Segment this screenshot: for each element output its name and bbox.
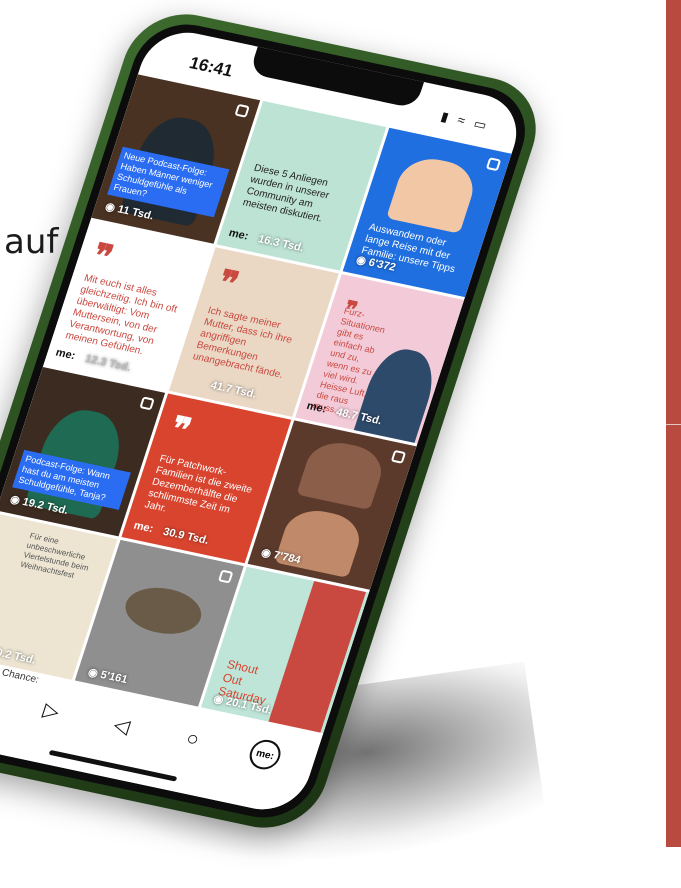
- view-count: 12.3 Tsd.: [83, 352, 133, 374]
- search-icon[interactable]: ○: [172, 725, 212, 754]
- status-time: 16:41: [186, 53, 236, 81]
- post-text: Diese 5 Anliegen wurden in unserer Commu…: [241, 162, 331, 225]
- side-bar-divider: [666, 424, 681, 425]
- reel-icon: [217, 569, 234, 584]
- view-count: 10.2 Tsd.: [0, 645, 38, 667]
- home-indicator: [48, 749, 178, 782]
- brand-logo: me:: [54, 346, 77, 363]
- view-count: 30.9 Tsd.: [161, 525, 211, 547]
- post-text: Für eine unbeschwerliche Viertelstunde b…: [19, 531, 90, 580]
- reel-icon: [390, 449, 407, 464]
- post-text: Mit euch ist alles gleichzeitig. Ich bin…: [63, 272, 179, 358]
- reels-icon[interactable]: ▷: [31, 695, 72, 726]
- eye-icon: ◉: [354, 254, 368, 268]
- post-text: Ich sagte meiner Mutter, dass ich ihre a…: [191, 305, 294, 381]
- status-icons: ▮ ≈ ▭: [439, 108, 492, 134]
- quote-mark-icon: ❞: [213, 263, 244, 304]
- brand-logo: me:: [132, 519, 155, 536]
- quote-mark-icon: ❞: [165, 409, 196, 451]
- reel-icon: [234, 103, 251, 118]
- person-photo: [296, 436, 389, 511]
- view-count: 41.7 Tsd.: [208, 379, 258, 401]
- profile-avatar[interactable]: me:: [245, 737, 285, 773]
- side-accent-bar: [666, 0, 681, 847]
- quote-mark-icon: ❞: [87, 236, 118, 278]
- notch: [249, 44, 425, 109]
- view-count: 16.3 Tsd.: [256, 233, 306, 255]
- post-text: Für Patchwork-Familien ist die zweite De…: [143, 453, 254, 516]
- signal-icon: ▮: [439, 108, 454, 126]
- eye-icon: ◉: [8, 493, 22, 507]
- person-photo: [119, 581, 208, 640]
- background-word: auf: [4, 222, 59, 262]
- person-photo: [385, 152, 481, 234]
- home-icon[interactable]: ⌂: [0, 680, 1, 709]
- send-icon[interactable]: ◁: [101, 710, 142, 741]
- eye-icon: ◉: [259, 546, 273, 561]
- eye-icon: ◉: [103, 200, 117, 215]
- person-photo: [274, 504, 367, 578]
- brand-logo: me:: [227, 226, 251, 243]
- wifi-icon: ≈: [455, 112, 471, 129]
- eye-icon: ◉: [212, 693, 226, 707]
- reel-icon: [139, 396, 156, 411]
- battery-icon: ▭: [471, 115, 492, 134]
- eye-icon: ◉: [86, 666, 100, 680]
- view-count: ◉5'161: [86, 666, 130, 687]
- profile-grid: Neue Podcast-Folge: Haben Männer weniger…: [0, 74, 512, 747]
- reel-icon: [485, 157, 502, 172]
